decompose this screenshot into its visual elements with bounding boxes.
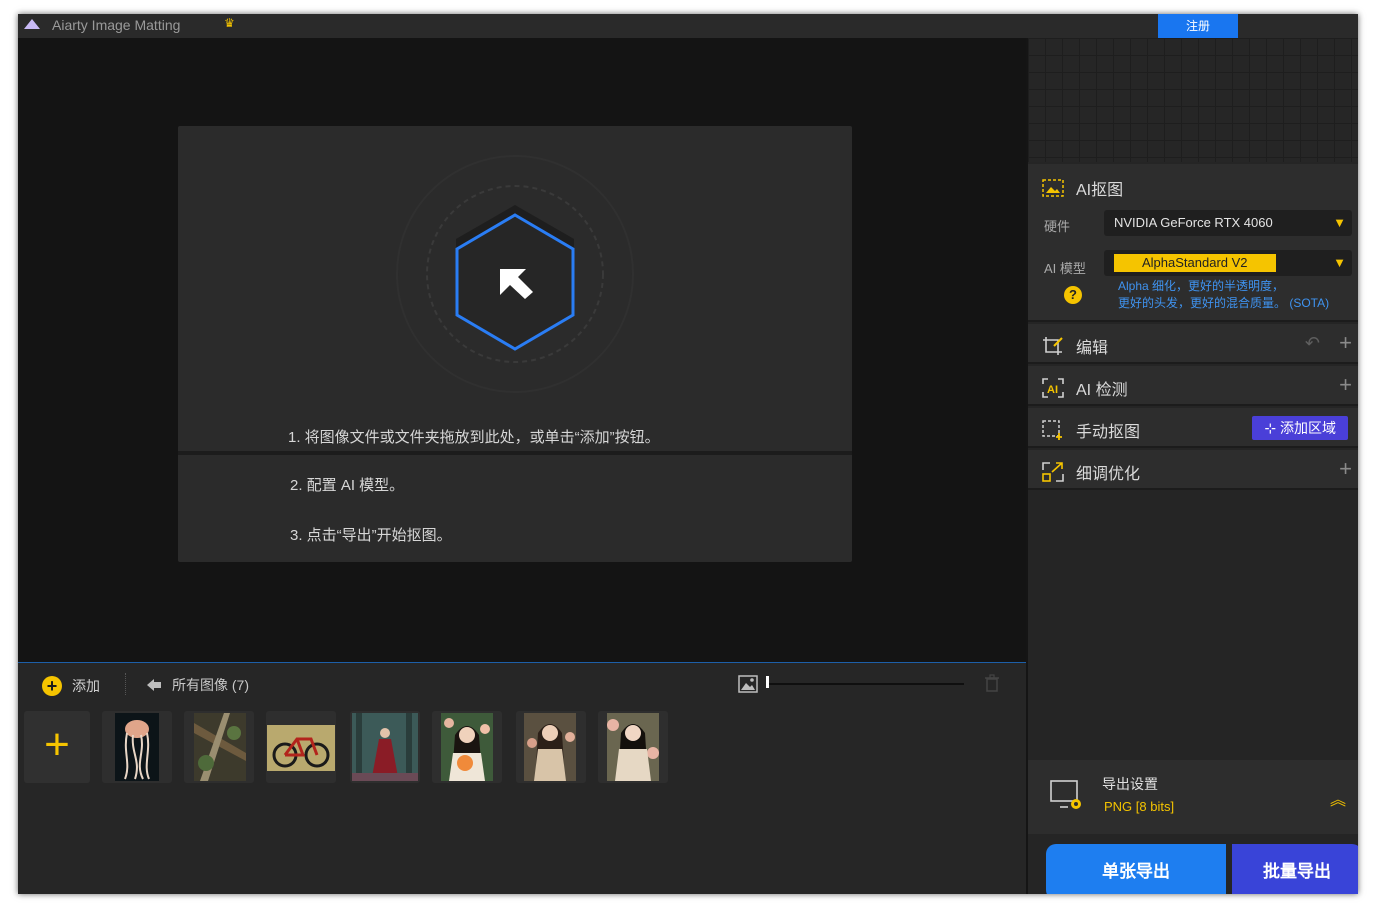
crosshair-icon: ⊹ <box>1264 420 1277 436</box>
ai-matting-icon <box>1042 179 1064 197</box>
add-image-tile[interactable]: + <box>24 711 90 783</box>
thumbnail-forest-debris[interactable] <box>184 711 254 783</box>
instruction-step-1: 1. 将图像文件或文件夹拖放到此处，或单击“添加”按钮。 <box>288 429 660 446</box>
ai-model-select[interactable]: AlphaStandard V2 ▼ <box>1104 250 1352 276</box>
chevron-down-icon: ▼ <box>1333 255 1346 270</box>
ai-model-desc-line1: Alpha 细化，更好的半透明度， <box>1118 279 1285 293</box>
instruction-step-3: 3. 点击“导出”开始抠图。 <box>290 527 452 544</box>
crop-edit-icon <box>1043 337 1063 355</box>
ai-detect-icon: AI <box>1042 378 1064 398</box>
ai-detect-header[interactable]: AI AI 检测 <box>1042 376 1128 400</box>
all-images-filter[interactable]: 所有图像 (7) <box>146 675 249 695</box>
ai-model-description: Alpha 细化，更好的半透明度， 更好的头发，更好的混合质量。 (SOTA) <box>1118 278 1329 312</box>
drop-zone[interactable]: 1. 将图像文件或文件夹拖放到此处，或单击“添加”按钮。 2. 配置 AI 模型… <box>178 126 852 562</box>
hardware-value: NVIDIA GeForce RTX 4060 <box>1114 215 1273 230</box>
ai-matting-section: AI抠图 硬件 NVIDIA GeForce RTX 4060 ▼ AI 模型 … <box>1028 164 1358 322</box>
expand-plus-icon[interactable]: + <box>1339 374 1352 396</box>
trash-icon[interactable] <box>984 674 1000 692</box>
thumbnail-jellyfish[interactable] <box>102 711 172 783</box>
thumbnail-bicycle[interactable] <box>266 711 336 783</box>
settings-panel: AI抠图 硬件 NVIDIA GeForce RTX 4060 ▼ AI 模型 … <box>1026 38 1358 894</box>
hardware-select[interactable]: NVIDIA GeForce RTX 4060 ▼ <box>1104 210 1352 236</box>
hardware-label: 硬件 <box>1044 219 1071 234</box>
arrow-left-icon <box>147 679 161 691</box>
ai-model-value: AlphaStandard V2 <box>1114 254 1276 272</box>
slider-handle[interactable] <box>766 676 769 688</box>
export-batch-button[interactable]: 批量导出 <box>1232 844 1358 894</box>
svg-text:AI: AI <box>1047 384 1058 396</box>
add-images-button[interactable]: + 添加 <box>42 675 100 697</box>
manual-matting-section[interactable]: 手动抠图 ⊹ 添加区域 <box>1028 408 1358 448</box>
add-label: 添加 <box>72 678 100 694</box>
add-region-button[interactable]: ⊹ 添加区域 <box>1252 416 1348 440</box>
register-button[interactable]: 注册 <box>1158 14 1238 38</box>
drop-divider <box>178 451 852 455</box>
expand-plus-icon[interactable]: + <box>1339 458 1352 480</box>
app-logo-icon <box>24 19 40 29</box>
thumbnail-woman-in-garden[interactable] <box>516 711 586 783</box>
ai-matting-header[interactable]: AI抠图 <box>1042 176 1123 200</box>
refine-icon <box>1042 462 1064 482</box>
edit-title: 编辑 <box>1076 340 1109 357</box>
plus-circle-icon: + <box>42 676 62 696</box>
crown-icon: ♛ <box>224 16 235 30</box>
drop-hex-graphic <box>395 154 635 394</box>
transparency-preview <box>1028 38 1358 162</box>
add-region-label: 添加区域 <box>1280 420 1336 436</box>
image-strip: + 添加 所有图像 (7) + <box>18 662 1026 894</box>
refine-section[interactable]: 细调优化 + <box>1028 450 1358 490</box>
chevron-down-icon: ▼ <box>1333 215 1346 230</box>
instruction-step-2: 2. 配置 AI 模型。 <box>290 477 405 494</box>
thumbnail-woman-with-roses[interactable] <box>598 711 668 783</box>
export-format: PNG [8 bits] <box>1104 799 1175 814</box>
undo-icon[interactable]: ↶ <box>1305 333 1320 354</box>
app-window: Aiarty Image Matting ♛ 注册 1. 将图像文件或文件夹拖放… <box>18 14 1358 894</box>
refine-title: 细调优化 <box>1076 466 1141 483</box>
title-bar: Aiarty Image Matting ♛ 注册 <box>18 14 1358 38</box>
thumbnail-size-slider[interactable] <box>768 683 964 685</box>
app-title: Aiarty Image Matting <box>52 17 181 33</box>
all-images-label: 所有图像 (7) <box>172 677 249 693</box>
ai-matting-title: AI抠图 <box>1076 182 1124 199</box>
refine-header[interactable]: 细调优化 <box>1042 460 1140 484</box>
ai-detect-section[interactable]: AI AI 检测 + <box>1028 366 1358 406</box>
thumbnail-woman-with-flowers[interactable] <box>432 711 502 783</box>
thumbnail-woman-in-forest[interactable] <box>350 711 420 783</box>
ai-model-desc-line2: 更好的头发，更好的混合质量。 (SOTA) <box>1118 296 1330 310</box>
image-view-icon[interactable] <box>738 675 758 693</box>
chevron-up-double-icon[interactable]: ︽ <box>1330 786 1346 810</box>
canvas-area[interactable]: 1. 将图像文件或文件夹拖放到此处，或单击“添加”按钮。 2. 配置 AI 模型… <box>18 38 1026 662</box>
manual-matting-header[interactable]: 手动抠图 <box>1042 418 1140 442</box>
export-settings-title: 导出设置 <box>1102 776 1158 792</box>
export-settings-panel[interactable]: 导出设置 PNG [8 bits] ︽ <box>1028 760 1358 834</box>
edit-header[interactable]: 编辑 <box>1042 334 1108 358</box>
manual-matting-title: 手动抠图 <box>1076 424 1141 441</box>
edit-section[interactable]: 编辑 ↶ + <box>1028 324 1358 364</box>
manual-select-icon <box>1042 420 1062 440</box>
toolbar-separator <box>125 673 126 695</box>
export-single-button[interactable]: 单张导出 <box>1046 844 1226 894</box>
export-settings-icon <box>1050 780 1081 809</box>
help-icon[interactable]: ? <box>1064 286 1082 304</box>
ai-detect-title: AI 检测 <box>1076 382 1128 399</box>
expand-plus-icon[interactable]: + <box>1339 332 1352 354</box>
ai-model-label: AI 模型 <box>1044 261 1086 276</box>
